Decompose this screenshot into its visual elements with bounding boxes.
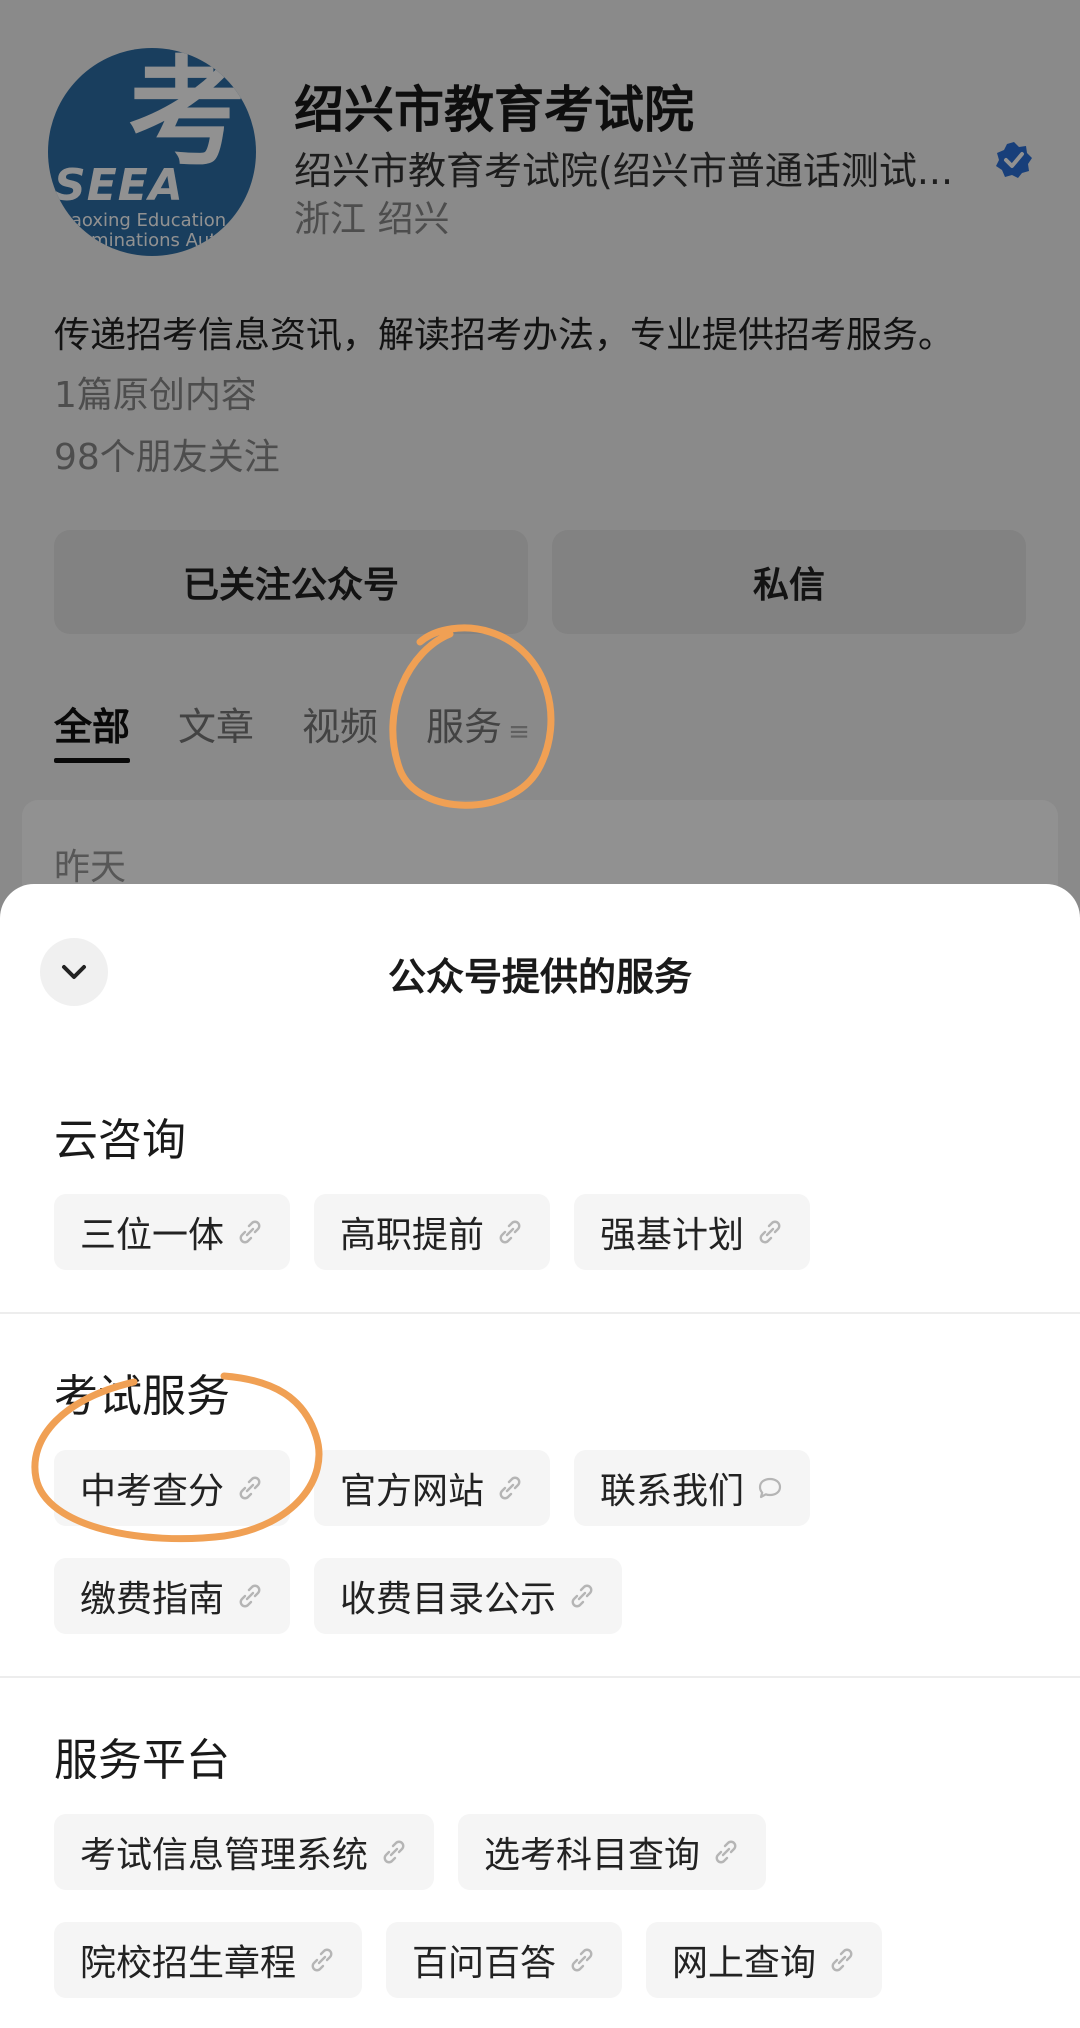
link-icon: [496, 1474, 524, 1502]
link-icon: [236, 1582, 264, 1610]
link-icon: [236, 1218, 264, 1246]
chat-bubble-icon: [756, 1474, 784, 1502]
chip-label: 官方网站: [340, 1471, 485, 1512]
sheet-title: 公众号提供的服务: [387, 955, 692, 999]
services-bottom-sheet: 公众号提供的服务 云咨询 三位一体 高职提前 强基计划 考试服务 中考查分 官方…: [0, 884, 1080, 2028]
divider: [0, 1676, 1080, 1678]
chip-row: 缴费指南 收费目录公示: [54, 1558, 623, 1634]
service-chip[interactable]: 官方网站: [314, 1450, 551, 1526]
service-chip[interactable]: 考试信息管理系统: [54, 1814, 435, 1890]
chip-label: 缴费指南: [80, 1579, 225, 1620]
link-icon: [380, 1838, 408, 1866]
chip-label: 中考查分: [80, 1471, 225, 1512]
link-icon: [568, 1582, 596, 1610]
chip-label: 高职提前: [340, 1215, 485, 1256]
section-title-service-platform: 服务平台: [54, 1735, 230, 1786]
link-icon: [236, 1474, 264, 1502]
chip-label: 百问百答: [412, 1943, 557, 1984]
service-chip[interactable]: 三位一体: [54, 1194, 291, 1270]
service-chip[interactable]: 中考查分: [54, 1450, 291, 1526]
section-title-exam-services: 考试服务: [54, 1371, 230, 1422]
service-chip[interactable]: 选考科目查询: [458, 1814, 767, 1890]
service-chip[interactable]: 院校招生章程: [54, 1922, 363, 1998]
service-chip[interactable]: 强基计划: [574, 1194, 811, 1270]
chip-label: 考试信息管理系统: [80, 1835, 369, 1876]
divider: [0, 1312, 1080, 1314]
chip-label: 联系我们: [600, 1471, 745, 1512]
link-icon: [756, 1218, 784, 1246]
chip-row: 院校招生章程 百问百答 网上查询: [54, 1922, 883, 1998]
chip-label: 院校招生章程: [80, 1943, 297, 1984]
chip-label: 三位一体: [80, 1215, 225, 1256]
chip-row: 考试信息管理系统 选考科目查询: [54, 1814, 767, 1890]
chip-label: 网上查询: [672, 1943, 817, 1984]
chip-label: 选考科目查询: [484, 1835, 701, 1876]
service-chip[interactable]: 收费目录公示: [314, 1558, 623, 1634]
chip-label: 收费目录公示: [340, 1579, 557, 1620]
service-chip[interactable]: 高职提前: [314, 1194, 551, 1270]
link-icon: [712, 1838, 740, 1866]
service-chip[interactable]: 联系我们: [574, 1450, 811, 1526]
link-icon: [828, 1946, 856, 1974]
section-title-cloud-consult: 云咨询: [54, 1115, 186, 1166]
service-chip[interactable]: 缴费指南: [54, 1558, 291, 1634]
chip-label: 强基计划: [600, 1215, 745, 1256]
link-icon: [568, 1946, 596, 1974]
service-chip[interactable]: 百问百答: [386, 1922, 623, 1998]
link-icon: [308, 1946, 336, 1974]
chip-row: 三位一体 高职提前 强基计划: [54, 1194, 811, 1270]
service-chip[interactable]: 网上查询: [646, 1922, 883, 1998]
link-icon: [496, 1218, 524, 1246]
chip-row: 中考查分 官方网站 联系我们: [54, 1450, 811, 1526]
